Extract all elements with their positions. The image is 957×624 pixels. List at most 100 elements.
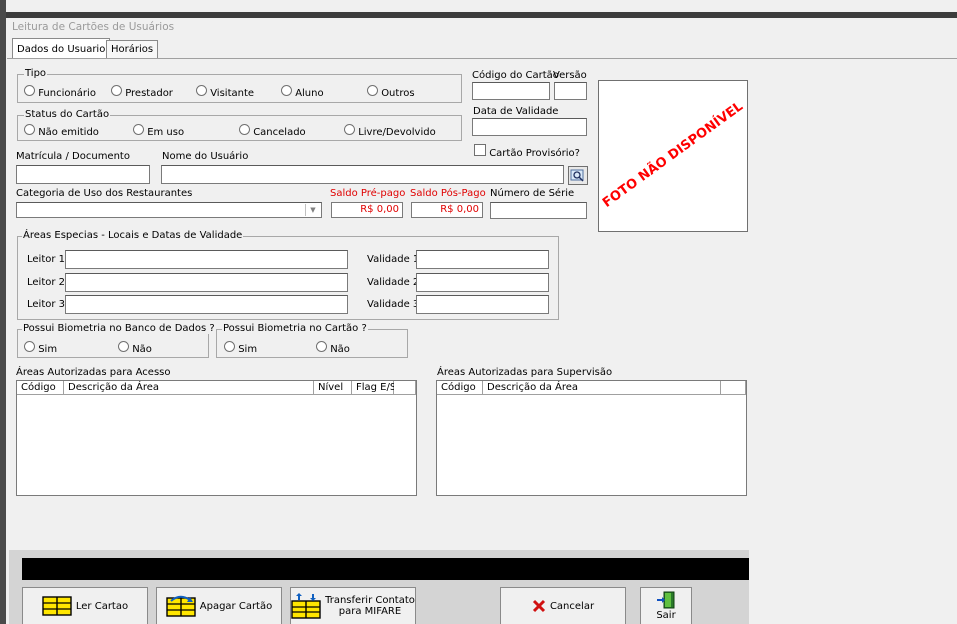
radio-em-uso[interactable]: Em uso: [133, 124, 184, 138]
transfer-card-icon: [291, 593, 321, 619]
categoria-label: Categoria de Uso dos Restaurantes: [16, 188, 193, 199]
radio-circle[interactable]: [367, 85, 378, 96]
column-header-codigo[interactable]: Código: [437, 381, 483, 395]
column-header-codigo[interactable]: Código: [17, 381, 64, 395]
areas-supervisao-title: Áreas Autorizadas para Supervisão: [437, 367, 613, 378]
transferir-mifare-button[interactable]: Transferir Contato para MIFARE: [290, 587, 416, 624]
areas-supervisao-list[interactable]: Código Descrição da Área: [436, 380, 747, 496]
radio-label: Cancelado: [253, 127, 306, 138]
ler-cartao-label: Ler Cartao: [75, 600, 129, 612]
radio-biometria-cartao-sim[interactable]: Sim: [224, 341, 257, 355]
validade-3-label: Validade 3: [367, 299, 420, 310]
column-header-flag[interactable]: Flag E/S: [352, 381, 396, 395]
radio-visitante[interactable]: Visitante: [196, 85, 254, 99]
search-user-button[interactable]: [568, 166, 588, 185]
radio-label: Não: [132, 344, 152, 355]
radio-biometria-banco-nao[interactable]: Não: [118, 341, 152, 355]
radio-label: Funcionário: [38, 88, 96, 99]
checkbox-label: Cartão Provisório?: [489, 148, 580, 159]
column-header-filler: [721, 381, 746, 395]
radio-circle[interactable]: [281, 85, 292, 96]
validade-2-input[interactable]: [416, 273, 549, 292]
radio-circle[interactable]: [24, 124, 35, 135]
radio-label: Sim: [38, 344, 58, 355]
areas-acesso-list[interactable]: Código Descrição da Área Nível Flag E/S: [16, 380, 417, 496]
codigo-cartao-input[interactable]: [472, 82, 550, 100]
column-header-descricao[interactable]: Descrição da Área: [64, 381, 314, 395]
transferir-label-line2: para MIFARE: [338, 606, 402, 617]
versao-input[interactable]: [554, 82, 587, 100]
exit-door-icon: [657, 591, 675, 609]
radio-circle[interactable]: [316, 341, 327, 352]
radio-circle[interactable]: [196, 85, 207, 96]
radio-label: Sim: [238, 344, 258, 355]
radio-circle[interactable]: [118, 341, 129, 352]
radio-cancelado[interactable]: Cancelado: [239, 124, 306, 138]
areas-acesso-title: Áreas Autorizadas para Acesso: [16, 367, 171, 378]
leitor-2-input[interactable]: [65, 273, 348, 292]
radio-circle[interactable]: [24, 341, 35, 352]
leitor-2-label: Leitor 2: [27, 277, 66, 288]
leitor-3-input[interactable]: [65, 295, 348, 314]
radio-circle[interactable]: [111, 85, 122, 96]
categoria-dropdown[interactable]: ▼: [16, 202, 322, 218]
matricula-input[interactable]: [16, 165, 150, 184]
card-reader-icon: [42, 596, 72, 616]
ler-cartao-button[interactable]: Ler Cartao: [22, 587, 148, 624]
nome-usuario-input[interactable]: [161, 165, 564, 184]
radio-label: Não emitido: [38, 127, 99, 138]
search-user-icon: [570, 169, 584, 182]
radio-nao-emitido[interactable]: Não emitido: [24, 124, 99, 138]
cartao-provisorio-checkbox[interactable]: Cartão Provisório?: [474, 144, 580, 159]
tab-dados-do-usuario[interactable]: Dados do Usuario: [12, 38, 111, 59]
nome-usuario-label: Nome do Usuário: [162, 151, 249, 162]
photo-unavailable-text: FOTO NÃO DISPONÍVEL: [600, 99, 746, 211]
radio-label: Não: [330, 344, 350, 355]
leitor-3-label: Leitor 3: [27, 299, 66, 310]
areas-especiais-legend: Áreas Especias - Locais e Datas de Valid…: [22, 230, 244, 241]
tab-horarios[interactable]: Horários: [106, 40, 159, 59]
radio-label: Aluno: [295, 88, 324, 99]
radio-circle[interactable]: [224, 341, 235, 352]
checkbox-box[interactable]: [474, 144, 486, 156]
radio-prestador[interactable]: Prestador: [111, 85, 173, 99]
radio-outros[interactable]: Outros: [367, 85, 415, 99]
status-legend: Status do Cartão: [24, 109, 111, 120]
radio-biometria-banco-sim[interactable]: Sim: [24, 341, 57, 355]
data-validade-label: Data de Validade: [473, 106, 559, 117]
validade-1-label: Validade 1: [367, 254, 420, 265]
window-title: Leitura de Cartões de Usuários: [12, 21, 175, 33]
radio-circle[interactable]: [133, 124, 144, 135]
saldo-pos-pago-label: Saldo Pós-Pago: [410, 188, 486, 199]
column-header-nivel[interactable]: Nível: [314, 381, 352, 395]
radio-label: Em uso: [147, 127, 185, 138]
numero-serie-input[interactable]: [490, 202, 587, 219]
cancelar-label: Cancelar: [549, 600, 595, 612]
numero-serie-label: Número de Série: [490, 188, 575, 199]
radio-biometria-cartao-nao[interactable]: Não: [316, 341, 350, 355]
validade-3-input[interactable]: [416, 295, 549, 314]
radio-circle[interactable]: [239, 124, 250, 135]
radio-funcionario[interactable]: Funcionário: [24, 85, 96, 99]
transferir-label-line1: Transferir Contato: [325, 595, 415, 606]
cancelar-button[interactable]: Cancelar: [500, 587, 626, 624]
chevron-down-icon[interactable]: ▼: [305, 204, 320, 216]
data-validade-input[interactable]: [472, 118, 587, 136]
validade-1-input[interactable]: [416, 250, 549, 269]
radio-aluno[interactable]: Aluno: [281, 85, 324, 99]
versao-label: Versão: [553, 70, 587, 81]
leitor-1-input[interactable]: [65, 250, 348, 269]
column-header-descricao[interactable]: Descrição da Área: [483, 381, 721, 395]
codigo-cartao-label: Código do Cartão: [472, 70, 559, 81]
radio-circle[interactable]: [344, 124, 355, 135]
apagar-cartao-button[interactable]: Apagar Cartão: [156, 587, 282, 624]
user-photo-placeholder: FOTO NÃO DISPONÍVEL: [598, 80, 748, 232]
window-left-edge: [0, 0, 6, 624]
sair-button[interactable]: Sair: [640, 587, 692, 624]
radio-label: Prestador: [125, 88, 173, 99]
radio-livre-devolvido[interactable]: Livre/Devolvido: [344, 124, 436, 138]
radio-label: Outros: [381, 88, 415, 99]
radio-circle[interactable]: [24, 85, 35, 96]
tipo-legend: Tipo: [24, 68, 48, 79]
erase-card-icon: [166, 595, 196, 617]
